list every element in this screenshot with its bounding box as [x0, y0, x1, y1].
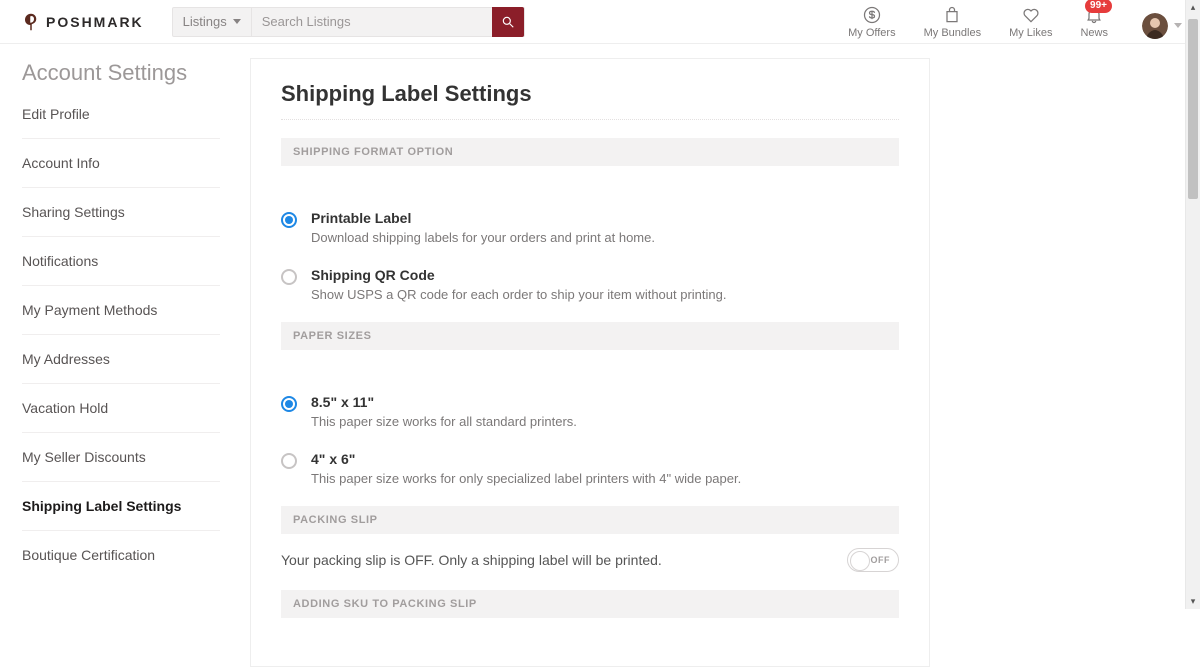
sidebar-item-addresses[interactable]: My Addresses [22, 335, 220, 384]
chevron-down-icon [1174, 23, 1182, 28]
sidebar-item-boutique-cert[interactable]: Boutique Certification [22, 531, 220, 579]
radio-qr-code[interactable] [281, 269, 297, 285]
sidebar: Account Settings Edit Profile Account In… [0, 44, 250, 667]
packing-slip-toggle[interactable]: OFF [847, 548, 899, 572]
option-desc: This paper size works for only specializ… [311, 471, 741, 486]
packing-slip-status: Your packing slip is OFF. Only a shippin… [281, 552, 662, 568]
user-menu[interactable] [1142, 13, 1182, 39]
option-desc: This paper size works for all standard p… [311, 414, 577, 429]
section-header-sku: ADDING SKU TO PACKING SLIP [281, 590, 899, 618]
scroll-down-arrow[interactable]: ▾ [1186, 594, 1200, 609]
option-desc: Download shipping labels for your orders… [311, 230, 655, 245]
bag-icon [942, 5, 962, 25]
nav-label: My Likes [1009, 27, 1052, 39]
option-printable-label[interactable]: Printable Label Download shipping labels… [281, 204, 899, 261]
scroll-track[interactable] [1186, 15, 1200, 594]
browser-scrollbar[interactable]: ▴ ▾ [1185, 0, 1200, 609]
sidebar-item-notifications[interactable]: Notifications [22, 237, 220, 286]
chevron-down-icon [233, 19, 241, 24]
section-header-packing: PACKING SLIP [281, 506, 899, 534]
nav-news[interactable]: 99+ News [1080, 5, 1108, 39]
toggle-label: OFF [871, 555, 891, 565]
heart-icon [1021, 5, 1041, 25]
sidebar-title: Account Settings [22, 60, 250, 86]
brand-wordmark: POSHMARK [46, 14, 144, 30]
logo-mark-icon [22, 11, 40, 33]
scroll-thumb[interactable] [1188, 19, 1198, 199]
option-title: 8.5" x 11" [311, 394, 577, 410]
scroll-up-arrow[interactable]: ▴ [1186, 0, 1200, 15]
search-scope-label: Listings [183, 14, 227, 29]
nav-right: My Offers My Bundles My Likes 99+ News [848, 5, 1182, 39]
sidebar-item-edit-profile[interactable]: Edit Profile [22, 90, 220, 139]
nav-label: News [1080, 27, 1108, 39]
sidebar-item-sharing-settings[interactable]: Sharing Settings [22, 188, 220, 237]
news-badge: 99+ [1085, 0, 1112, 13]
option-title: 4" x 6" [311, 451, 741, 467]
avatar [1142, 13, 1168, 39]
option-desc: Show USPS a QR code for each order to sh… [311, 287, 726, 302]
page-title: Shipping Label Settings [281, 81, 899, 107]
sidebar-item-shipping-label[interactable]: Shipping Label Settings [22, 482, 220, 531]
top-nav: POSHMARK Listings My Offers [0, 0, 1200, 44]
dollar-circle-icon [862, 5, 882, 25]
sidebar-item-payment-methods[interactable]: My Payment Methods [22, 286, 220, 335]
search-scope-dropdown[interactable]: Listings [173, 8, 252, 36]
sidebar-item-seller-discounts[interactable]: My Seller Discounts [22, 433, 220, 482]
nav-label: My Offers [848, 27, 895, 39]
nav-label: My Bundles [924, 27, 981, 39]
radio-paper-4x6[interactable] [281, 453, 297, 469]
main-content: Shipping Label Settings SHIPPING FORMAT … [250, 44, 1185, 667]
option-title: Printable Label [311, 210, 655, 226]
option-title: Shipping QR Code [311, 267, 726, 283]
nav-my-offers[interactable]: My Offers [848, 5, 895, 39]
radio-printable-label[interactable] [281, 212, 297, 228]
option-paper-letter[interactable]: 8.5" x 11" This paper size works for all… [281, 388, 899, 445]
search-input[interactable] [252, 8, 492, 36]
search-icon [501, 15, 515, 29]
brand-logo[interactable]: POSHMARK [22, 11, 144, 33]
sidebar-item-account-info[interactable]: Account Info [22, 139, 220, 188]
radio-paper-letter[interactable] [281, 396, 297, 412]
nav-my-likes[interactable]: My Likes [1009, 5, 1052, 39]
sidebar-item-vacation-hold[interactable]: Vacation Hold [22, 384, 220, 433]
settings-card: Shipping Label Settings SHIPPING FORMAT … [250, 58, 930, 667]
section-header-paper: PAPER SIZES [281, 322, 899, 350]
option-qr-code[interactable]: Shipping QR Code Show USPS a QR code for… [281, 261, 899, 318]
search-group: Listings [172, 7, 525, 37]
search-button[interactable] [492, 7, 524, 37]
nav-my-bundles[interactable]: My Bundles [924, 5, 981, 39]
option-paper-4x6[interactable]: 4" x 6" This paper size works for only s… [281, 445, 899, 502]
divider [281, 119, 899, 120]
section-header-format: SHIPPING FORMAT OPTION [281, 138, 899, 166]
